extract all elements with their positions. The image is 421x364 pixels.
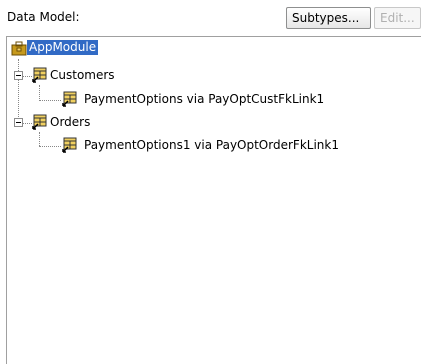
tree-node-label: PaymentOptions1 via PayOptOrderFkLink1	[84, 138, 339, 152]
data-model-label: Data Model:	[7, 10, 80, 24]
tree-connector	[18, 59, 19, 125]
view-object-icon	[32, 114, 47, 130]
tree-node-label: Customers	[50, 68, 115, 82]
tree-connector	[39, 146, 61, 147]
view-object-icon	[62, 137, 77, 153]
view-object-icon	[62, 91, 77, 107]
tree-node-label: PaymentOptions via PayOptCustFkLink1	[84, 92, 325, 106]
edit-button[interactable]: Edit...	[374, 7, 421, 29]
tree-connector	[39, 100, 61, 101]
collapse-toggle[interactable]	[14, 71, 23, 80]
data-model-tree[interactable]: AppModule Customers PaymentOptions via P…	[6, 36, 421, 364]
subtypes-button[interactable]: Subtypes...	[286, 7, 371, 29]
tree-node-label: AppModule	[27, 40, 99, 55]
app-module-icon	[11, 41, 27, 56]
tree-node-label: Orders	[50, 115, 91, 129]
view-object-icon	[32, 67, 47, 83]
collapse-toggle[interactable]	[14, 118, 23, 127]
tree-connector	[39, 132, 40, 146]
tree-connector	[39, 85, 40, 101]
